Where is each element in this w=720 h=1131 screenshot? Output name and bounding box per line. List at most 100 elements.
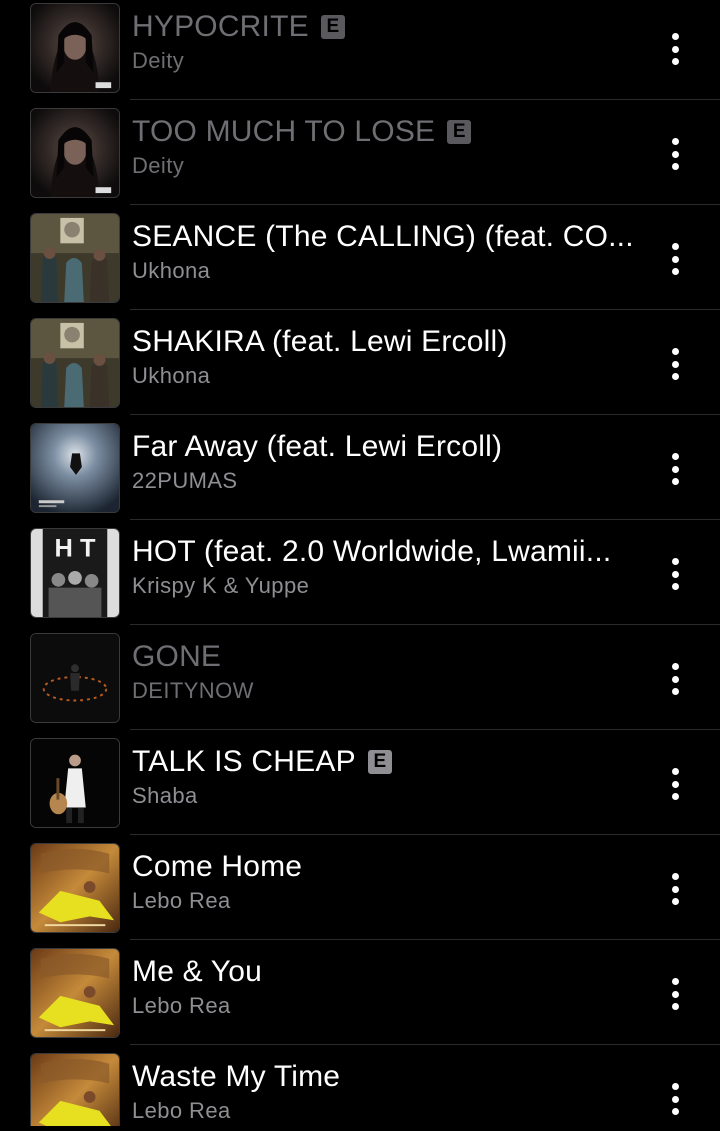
title-line: TALK IS CHEAP E <box>132 743 652 781</box>
song-artist: Deity <box>132 48 185 73</box>
song-title: TOO MUCH TO LOSE <box>132 115 436 148</box>
dot <box>671 583 679 590</box>
title-line: Far Away (feat. Lewi Ercoll) <box>132 428 652 466</box>
song-title: HOT (feat. 2.0 Worldwide, Lwamii... <box>132 535 612 568</box>
song-artist: Krispy K & Yuppe <box>132 573 310 598</box>
dot <box>671 885 679 893</box>
dot <box>671 558 679 565</box>
song-artist: Shaba <box>132 783 198 808</box>
album-artwork-guitar-woman <box>30 738 120 828</box>
song-row[interactable]: TOO MUCH TO LOSE E Deity <box>0 100 720 205</box>
dot <box>671 1003 679 1010</box>
song-text: SEANCE (The CALLING) (feat. CO... Ukhona <box>132 218 652 284</box>
song-row[interactable]: SHAKIRA (feat. Lewi Ercoll) Ukhona <box>0 310 720 415</box>
song-list: HYPOCRITE E Deity TOO MUCH TO LOSE E Dei… <box>0 0 720 1126</box>
song-title: Me & You <box>132 955 263 988</box>
dot <box>671 138 679 145</box>
dot <box>671 243 679 250</box>
album-artwork-fire-ring <box>30 633 120 723</box>
song-artist: Lebo Rea <box>132 888 231 913</box>
song-title: Come Home <box>132 850 303 883</box>
more-vertical-icon[interactable] <box>660 239 690 279</box>
more-vertical-icon[interactable] <box>660 134 690 174</box>
song-artist: Lebo Rea <box>132 1098 231 1123</box>
explicit-badge: E <box>367 750 392 774</box>
album-artwork-group-photo <box>30 318 120 408</box>
more-vertical-icon[interactable] <box>660 764 690 804</box>
album-artwork-dark-portrait <box>30 108 120 198</box>
song-artist: Lebo Rea <box>132 993 231 1018</box>
album-artwork-gold-yellow <box>30 843 120 933</box>
dot <box>671 360 679 368</box>
song-title: HYPOCRITE <box>132 10 309 43</box>
song-text: Come Home Lebo Rea <box>132 848 652 914</box>
explicit-badge: E <box>447 120 472 144</box>
dot <box>671 373 679 380</box>
title-line: HYPOCRITE E <box>132 8 652 46</box>
title-line: Me & You <box>132 953 652 991</box>
song-row[interactable]: SEANCE (The CALLING) (feat. CO... Ukhona <box>0 205 720 310</box>
title-line: GONE <box>132 638 652 676</box>
song-row[interactable]: HYPOCRITE E Deity <box>0 0 720 100</box>
song-row[interactable]: Waste My Time Lebo Rea <box>0 1045 720 1126</box>
album-artwork-gold-yellow <box>30 1053 120 1126</box>
dot <box>671 1083 679 1090</box>
song-artist: Ukhona <box>132 258 211 283</box>
more-vertical-icon[interactable] <box>660 659 690 699</box>
title-line: SEANCE (The CALLING) (feat. CO... <box>132 218 652 256</box>
song-text: HYPOCRITE E Deity <box>132 8 652 74</box>
song-title: TALK IS CHEAP <box>132 745 356 778</box>
dot <box>671 163 679 170</box>
dot <box>671 675 679 683</box>
album-artwork-bw-group: H T <box>30 528 120 618</box>
song-row[interactable]: Far Away (feat. Lewi Ercoll) 22PUMAS <box>0 415 720 520</box>
dot <box>671 58 679 65</box>
dot <box>671 1108 679 1115</box>
album-artwork-dark-portrait <box>30 3 120 93</box>
dot <box>671 465 679 473</box>
title-line: Come Home <box>132 848 652 886</box>
dot <box>671 255 679 263</box>
explicit-badge: E <box>320 15 345 39</box>
song-row[interactable]: H T HOT (feat. 2.0 Worldwide, Lwamii... … <box>0 520 720 625</box>
more-vertical-icon[interactable] <box>660 869 690 909</box>
dot <box>671 45 679 53</box>
album-artwork-group-photo <box>30 213 120 303</box>
song-text: HOT (feat. 2.0 Worldwide, Lwamii... Kris… <box>132 533 652 599</box>
song-row[interactable]: Come Home Lebo Rea <box>0 835 720 940</box>
more-vertical-icon[interactable] <box>660 29 690 69</box>
dot <box>671 793 679 800</box>
more-vertical-icon[interactable] <box>660 554 690 594</box>
more-vertical-icon[interactable] <box>660 974 690 1014</box>
dot <box>671 348 679 355</box>
dot <box>671 768 679 775</box>
song-row[interactable]: Me & You Lebo Rea <box>0 940 720 1045</box>
song-artist: DEITYNOW <box>132 678 254 703</box>
song-title: SHAKIRA (feat. Lewi Ercoll) <box>132 325 508 358</box>
more-vertical-icon[interactable] <box>660 449 690 489</box>
dot <box>671 570 679 578</box>
more-vertical-icon[interactable] <box>660 344 690 384</box>
song-title: Far Away (feat. Lewi Ercoll) <box>132 430 503 463</box>
dot <box>671 873 679 880</box>
dot <box>671 1095 679 1103</box>
dot <box>671 978 679 985</box>
song-artist: 22PUMAS <box>132 468 238 493</box>
song-row[interactable]: GONE DEITYNOW <box>0 625 720 730</box>
song-text: GONE DEITYNOW <box>132 638 652 704</box>
dot <box>671 663 679 670</box>
dot <box>671 898 679 905</box>
song-text: Waste My Time Lebo Rea <box>132 1058 652 1124</box>
dot <box>671 268 679 275</box>
song-text: Me & You Lebo Rea <box>132 953 652 1019</box>
more-vertical-icon[interactable] <box>660 1079 690 1119</box>
album-artwork-sky-figure <box>30 423 120 513</box>
title-line: Waste My Time <box>132 1058 652 1096</box>
svg-text:H T: H T <box>55 534 96 562</box>
song-text: TOO MUCH TO LOSE E Deity <box>132 113 652 179</box>
song-row[interactable]: TALK IS CHEAP E Shaba <box>0 730 720 835</box>
dot <box>671 478 679 485</box>
song-text: TALK IS CHEAP E Shaba <box>132 743 652 809</box>
song-artist: Deity <box>132 153 185 178</box>
album-artwork-gold-yellow <box>30 948 120 1038</box>
